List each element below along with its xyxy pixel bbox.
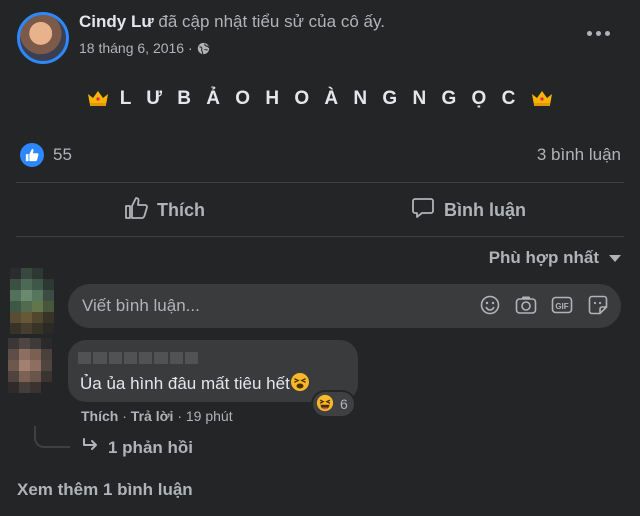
- post-body: L Ư B Ả O H O À N G N G Ọ C: [0, 88, 640, 113]
- comment-button-label: Bình luận: [444, 199, 526, 220]
- divider: [16, 236, 624, 237]
- comment-input[interactable]: [82, 296, 462, 316]
- more-options-icon[interactable]: [578, 18, 618, 48]
- globe-icon: [197, 42, 210, 58]
- camera-icon[interactable]: [515, 294, 537, 316]
- laughing-emoji-icon: [316, 394, 334, 415]
- caret-down-icon: [609, 254, 621, 262]
- crown-icon: [531, 89, 553, 113]
- post-timestamp[interactable]: 18 tháng 6, 2016 ·: [79, 40, 210, 58]
- thumbs-up-icon: [124, 196, 148, 224]
- author-avatar[interactable]: [17, 12, 69, 64]
- sort-selected-label: Phù hợp nhất: [488, 248, 599, 267]
- comment-composer: GIF: [68, 284, 621, 328]
- like-reaction-icon[interactable]: [20, 143, 44, 167]
- comment-count[interactable]: 3 bình luận: [537, 145, 621, 165]
- reply-arrow-icon: [82, 437, 100, 458]
- comment-reaction-badge[interactable]: 6: [313, 392, 354, 416]
- author-name[interactable]: Cindy Lư: [79, 12, 154, 31]
- post-body-text: L Ư B Ả O H O À N G N G Ọ C: [119, 88, 521, 109]
- svg-text:GIF: GIF: [555, 302, 568, 311]
- comment-reaction-count: 6: [340, 396, 348, 412]
- comment-sort-dropdown[interactable]: Phù hợp nhất: [489, 248, 621, 268]
- commenter-avatar[interactable]: [8, 338, 52, 394]
- comment-meta: Thích · Trả lời · 19 phút: [81, 408, 233, 424]
- comment-button[interactable]: Bình luận: [411, 190, 526, 230]
- composer-tools: GIF: [479, 294, 609, 316]
- reaction-count[interactable]: 55: [53, 145, 72, 165]
- comment-reply-link[interactable]: Trả lời: [131, 408, 174, 424]
- view-replies-link[interactable]: 1 phản hồi: [82, 437, 193, 458]
- comment-bubble: Ủa ủa hình đâu mất tiêu hết: [68, 340, 358, 402]
- like-button[interactable]: Thích: [124, 190, 205, 230]
- post-header: Cindy Lư đã cập nhật tiểu sử của cô ấy.: [79, 12, 385, 32]
- view-replies-label: 1 phản hồi: [108, 437, 193, 457]
- tired-face-emoji-icon: [290, 372, 310, 397]
- divider: [16, 182, 624, 183]
- viewer-avatar[interactable]: [10, 268, 54, 334]
- view-more-comments-link[interactable]: Xem thêm 1 bình luận: [17, 480, 193, 500]
- emoji-icon[interactable]: [479, 294, 501, 316]
- like-button-label: Thích: [157, 199, 205, 220]
- comment-time[interactable]: 19 phút: [186, 408, 233, 424]
- post-action-text: đã cập nhật tiểu sử của cô ấy.: [158, 12, 385, 31]
- crown-icon: [87, 89, 109, 113]
- gif-icon[interactable]: GIF: [551, 294, 573, 316]
- commenter-name-blurred[interactable]: [78, 352, 198, 364]
- speech-bubble-icon: [411, 197, 435, 224]
- comment-like-link[interactable]: Thích: [81, 408, 118, 424]
- post-date[interactable]: 18 tháng 6, 2016: [79, 40, 184, 56]
- reply-thread-line: [34, 426, 70, 448]
- comment-text: Ủa ủa hình đâu mất tiêu hết: [80, 372, 310, 397]
- sticker-icon[interactable]: [587, 294, 609, 316]
